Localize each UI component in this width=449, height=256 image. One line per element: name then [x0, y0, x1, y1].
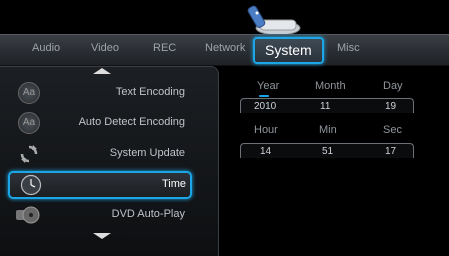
disc-icon: [16, 206, 40, 224]
day-value[interactable]: 19: [385, 101, 396, 112]
field-cursor: [259, 95, 269, 97]
top-bar: [0, 0, 449, 34]
day-header: Day: [383, 80, 403, 92]
sec-header: Sec: [383, 124, 402, 136]
month-header: Month: [315, 80, 346, 92]
min-header: Min: [319, 124, 337, 136]
aa-icon: Aa: [18, 112, 40, 134]
menu-item-label: System Update: [109, 147, 185, 159]
tab-video[interactable]: Video: [91, 42, 119, 54]
year-header: Year: [257, 80, 280, 92]
menu-item-dvd-auto-play[interactable]: DVD Auto-Play: [8, 202, 189, 228]
tab-rec[interactable]: REC: [153, 42, 176, 54]
hour-header: Hour: [254, 124, 278, 136]
tab-system[interactable]: System: [253, 37, 324, 64]
menu-item-system-update[interactable]: System Update: [8, 141, 189, 167]
scroll-down-arrow-icon[interactable]: [93, 233, 111, 239]
sec-value[interactable]: 17: [385, 146, 396, 157]
refresh-icon: [20, 145, 38, 163]
hour-value[interactable]: 14: [260, 146, 271, 157]
menu-item-label: Time: [161, 178, 186, 190]
min-value[interactable]: 51: [322, 146, 333, 157]
device-remote-icon: [247, 5, 301, 36]
menu-item-label: Text Encoding: [115, 86, 185, 98]
tab-audio[interactable]: Audio: [32, 42, 60, 54]
year-value[interactable]: 2010: [254, 101, 276, 112]
tab-misc[interactable]: Misc: [337, 42, 360, 54]
aa-icon: Aa: [18, 82, 40, 104]
menu-item-label: Auto Detect Encoding: [78, 116, 185, 128]
menu-item-auto-detect-encoding[interactable]: Aa Auto Detect Encoding: [8, 110, 189, 136]
menu-item-text-encoding[interactable]: Aa Text Encoding: [8, 80, 189, 106]
scroll-up-arrow-icon[interactable]: [93, 68, 111, 74]
month-value[interactable]: 11: [320, 101, 330, 112]
tab-network[interactable]: Network: [205, 42, 245, 54]
menu-item-label: DVD Auto-Play: [111, 208, 185, 220]
menu-item-time[interactable]: Time: [8, 171, 192, 199]
clock-icon: [20, 174, 42, 196]
